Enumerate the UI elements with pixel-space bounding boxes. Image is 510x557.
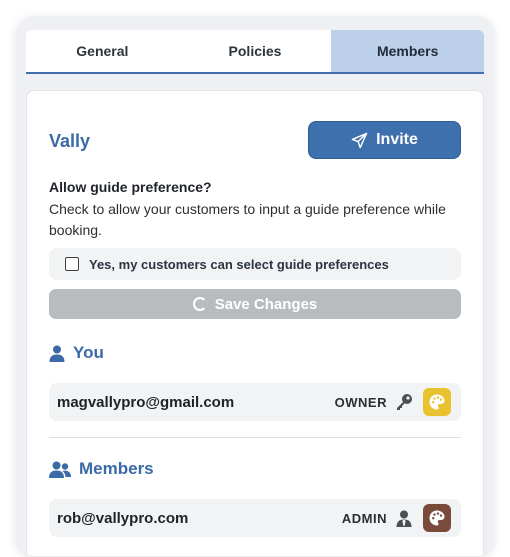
user-icon <box>49 345 65 362</box>
save-changes-label: Save Changes <box>214 295 318 313</box>
owner-row: magvallypro@gmail.com OWNER <box>49 383 461 421</box>
loading-spinner-icon <box>192 297 207 311</box>
member-email: rob@vallypro.com <box>57 509 189 527</box>
invite-label: Invite <box>376 131 418 148</box>
you-section-heading: You <box>49 343 104 363</box>
palette-icon <box>429 394 445 410</box>
save-changes-button[interactable]: Save Changes <box>49 289 461 319</box>
guide-preference-toggle[interactable]: Yes, my customers can select guide prefe… <box>49 248 461 280</box>
palette-icon <box>429 510 445 526</box>
members-panel: Vally Invite Allow guide preference? Che… <box>26 90 484 556</box>
owner-role: OWNER <box>334 394 387 410</box>
user-tie-icon <box>395 509 413 527</box>
you-heading-text: You <box>73 343 104 362</box>
tab-members[interactable]: Members <box>331 30 484 72</box>
tab-general[interactable]: General <box>26 30 179 72</box>
members-settings-window: General Policies Members Vally Invite Al… <box>16 16 494 556</box>
paper-plane-icon <box>351 132 368 148</box>
guide-preference-description: Check to allow your customers to input a… <box>49 201 446 238</box>
guide-preference-checkbox[interactable] <box>65 257 79 271</box>
owner-email: magvallypro@gmail.com <box>57 393 235 411</box>
guide-preference-checkbox-label: Yes, my customers can select guide prefe… <box>89 256 389 272</box>
users-icon <box>49 461 71 478</box>
member-row: rob@vallypro.com ADMIN <box>49 499 461 537</box>
tab-policies[interactable]: Policies <box>179 30 332 72</box>
members-heading-text: Members <box>79 459 154 478</box>
team-name: Vally <box>49 131 91 151</box>
guide-preference-title: Allow guide preference? <box>49 179 212 195</box>
member-role: ADMIN <box>341 510 387 526</box>
key-icon <box>395 393 413 411</box>
owner-color-button[interactable] <box>423 388 451 416</box>
section-divider <box>49 437 461 438</box>
member-color-button[interactable] <box>423 504 451 532</box>
invite-button[interactable]: Invite <box>308 121 461 159</box>
settings-tabs: General Policies Members <box>26 30 484 74</box>
members-section-heading: Members <box>49 459 154 479</box>
